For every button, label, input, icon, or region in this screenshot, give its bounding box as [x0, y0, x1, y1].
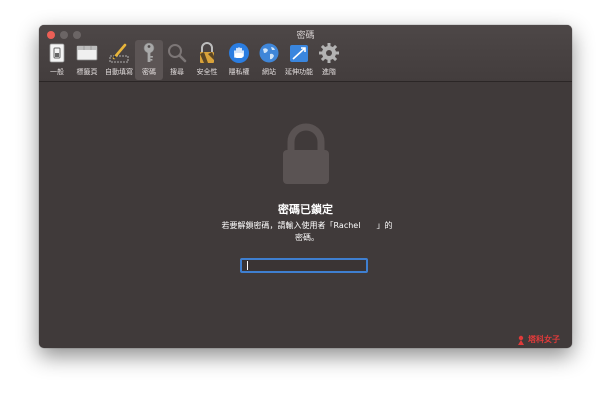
key-icon	[138, 42, 160, 64]
tab-search[interactable]: 搜尋	[163, 40, 191, 80]
tab-label: 網站	[262, 68, 276, 76]
watermark: 塔科女子	[516, 334, 560, 345]
passwords-pane: 密碼已鎖定 若要解鎖密碼，請輸入使用者「Rachel 」的 密碼。 塔科女子	[39, 82, 572, 348]
tab-label: 搜尋	[170, 68, 184, 76]
preferences-window: 密碼 一般 標籤頁 自動填寫 密碼 搜尋 安全性 隱私權 網站 延伸功能 進階 …	[39, 25, 572, 348]
tab-general[interactable]: 一般	[43, 40, 71, 80]
tab-label: 安全性	[196, 68, 218, 76]
unlock-instructions: 若要解鎖密碼，請輸入使用者「Rachel 」的 密碼。	[197, 220, 417, 244]
tab-autofill[interactable]: 自動填寫	[103, 40, 135, 80]
tabs-icon	[76, 42, 98, 64]
security-lock-icon	[196, 42, 218, 64]
autofill-pencil-icon	[108, 42, 130, 64]
watermark-text: 塔科女子	[528, 335, 560, 344]
lock-icon	[279, 122, 333, 190]
tab-label: 標籤頁	[76, 68, 98, 76]
tab-label: 延伸功能	[285, 68, 313, 76]
general-switch-icon	[46, 42, 68, 64]
tab-label: 隱私權	[228, 68, 250, 76]
tab-advanced[interactable]: 進階	[315, 40, 343, 80]
tab-label: 自動填寫	[105, 68, 133, 76]
gear-icon	[318, 42, 340, 64]
tab-security[interactable]: 安全性	[191, 40, 223, 80]
privacy-hand-icon	[228, 42, 250, 64]
tab-extensions[interactable]: 延伸功能	[283, 40, 315, 80]
password-input[interactable]	[240, 258, 368, 273]
tab-label: 一般	[50, 68, 64, 76]
watermark-logo-icon	[518, 335, 524, 345]
preferences-toolbar: 一般 標籤頁 自動填寫 密碼 搜尋 安全性 隱私權 網站 延伸功能 進階	[43, 40, 343, 80]
magnifier-icon	[166, 42, 188, 64]
tab-tabs[interactable]: 標籤頁	[71, 40, 103, 80]
locked-heading: 密碼已鎖定	[278, 203, 333, 216]
text-caret	[247, 261, 248, 270]
message-line: 密碼。	[295, 233, 319, 242]
tab-websites[interactable]: 網站	[255, 40, 283, 80]
message-line: 若要解鎖密碼，請輸入使用者「Rachel 」的	[221, 221, 393, 230]
tab-privacy[interactable]: 隱私權	[223, 40, 255, 80]
globe-icon	[258, 42, 280, 64]
tab-label: 密碼	[142, 68, 156, 76]
tab-passwords[interactable]: 密碼	[135, 40, 163, 80]
title-bar: 密碼 一般 標籤頁 自動填寫 密碼 搜尋 安全性 隱私權 網站 延伸功能 進階	[39, 25, 572, 82]
tab-label: 進階	[322, 68, 336, 76]
extensions-icon	[288, 42, 310, 64]
